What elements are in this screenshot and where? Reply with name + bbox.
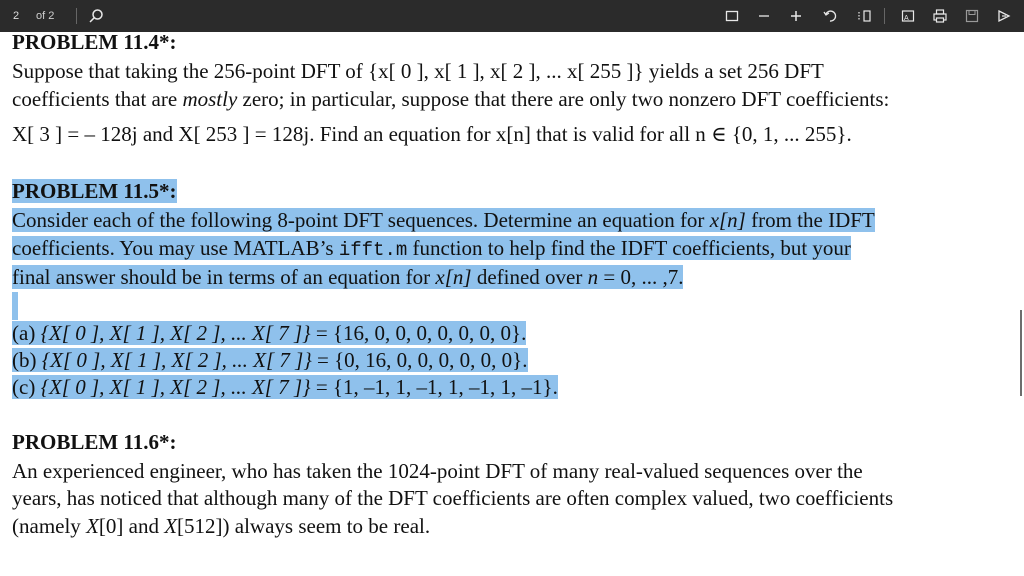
zoom-out-icon[interactable] bbox=[752, 4, 776, 28]
print-icon[interactable] bbox=[928, 4, 952, 28]
toolbar-divider bbox=[884, 8, 885, 24]
vertical-scrollbar[interactable] bbox=[1020, 310, 1022, 396]
search-icon[interactable] bbox=[84, 4, 108, 28]
paragraph-line: An experienced engineer, who has taken t… bbox=[12, 459, 863, 483]
paragraph-line: (namely X[0] and X[512]) always seem to … bbox=[12, 514, 431, 538]
paragraph-line: years, has noticed that although many of… bbox=[12, 486, 894, 510]
zoom-in-icon[interactable] bbox=[784, 4, 808, 28]
fit-page-icon[interactable] bbox=[720, 4, 744, 28]
paragraph-line: coefficients that are mostly zero; in pa… bbox=[12, 87, 890, 111]
list-item: (b) {X[ 0 ], X[ 1 ], X[ 2 ], ... X[ 7 ]}… bbox=[12, 348, 528, 372]
toolbar-divider bbox=[76, 8, 77, 24]
page-view-icon[interactable] bbox=[852, 4, 876, 28]
list-item: (c) {X[ 0 ], X[ 1 ], X[ 2 ], ... X[ 7 ]}… bbox=[12, 375, 558, 399]
problem-heading: PROBLEM 11.4*: bbox=[12, 30, 177, 54]
save-icon[interactable] bbox=[960, 4, 984, 28]
paragraph-line: Suppose that taking the 256-point DFT of… bbox=[12, 59, 824, 83]
selection-marker bbox=[12, 292, 18, 320]
list-item: (a) {X[ 0 ], X[ 1 ], X[ 2 ], ... X[ 7 ]}… bbox=[12, 321, 527, 345]
svg-text:A: A bbox=[904, 15, 909, 22]
paragraph-line: X[ 3 ] = – 128j and X[ 253 ] = 128j. Fin… bbox=[12, 122, 852, 146]
paragraph-line: coefficients. You may use MATLAB’s ifft.… bbox=[12, 236, 851, 261]
problem-heading: PROBLEM 11.5*: bbox=[12, 179, 177, 203]
code-text: ifft.m bbox=[338, 239, 408, 261]
paragraph-line: final answer should be in terms of an eq… bbox=[12, 265, 684, 289]
read-aloud-icon[interactable]: A bbox=[896, 4, 920, 28]
paragraph-line: Consider each of the following 8-point D… bbox=[12, 208, 875, 232]
rotate-icon[interactable] bbox=[818, 4, 842, 28]
page-count-label: of 2 bbox=[36, 10, 55, 22]
page-number-input[interactable]: 2 bbox=[4, 6, 28, 26]
problem-heading: PROBLEM 11.6*: bbox=[12, 430, 177, 454]
draw-icon[interactable] bbox=[992, 4, 1016, 28]
